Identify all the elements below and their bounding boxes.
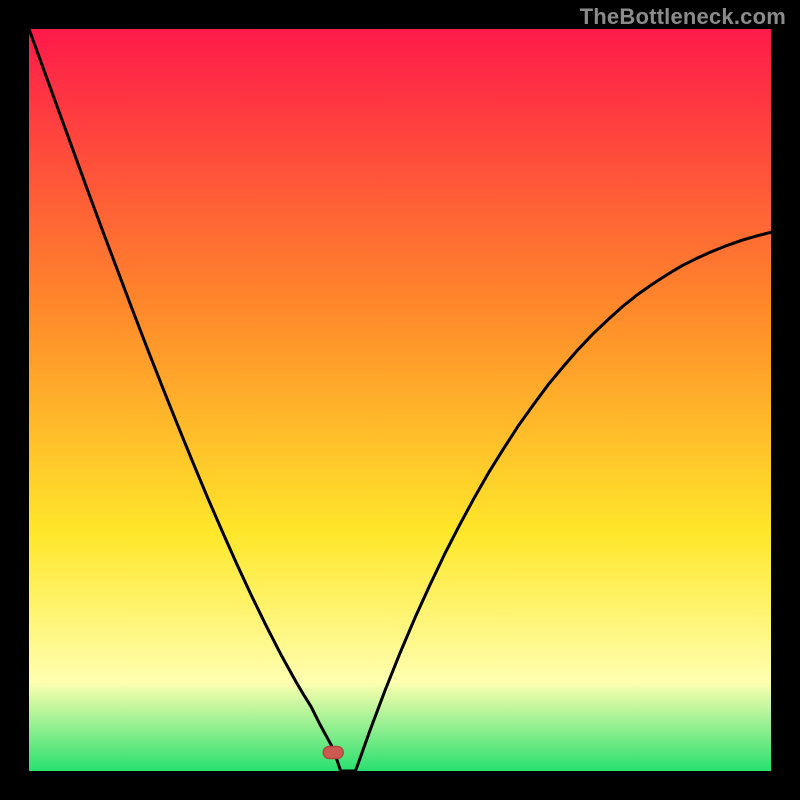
watermark-text: TheBottleneck.com [580, 4, 786, 30]
bottleneck-chart [29, 29, 771, 771]
gradient-background [29, 29, 771, 771]
optimal-point-marker [323, 746, 343, 758]
chart-frame: TheBottleneck.com [0, 0, 800, 800]
